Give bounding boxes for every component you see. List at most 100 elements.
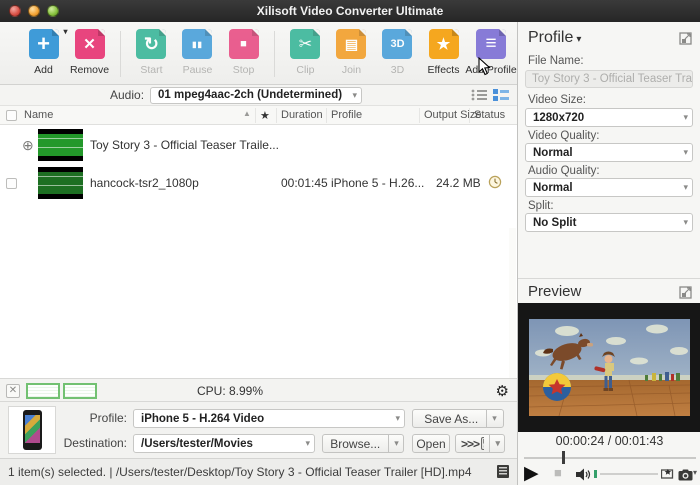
volume-icon[interactable]: [576, 468, 592, 485]
title-bar: Xilisoft Video Converter Ultimate: [0, 0, 700, 22]
table-row[interactable]: hancock-tsr2_1080p 00:01:45 iPhone 5 - H…: [0, 164, 510, 202]
clip-button[interactable]: ✂ Clip: [284, 29, 327, 76]
split-label: Split:: [528, 200, 554, 212]
close-window-button[interactable]: [9, 5, 21, 17]
chevron-down-icon: ▾: [305, 438, 310, 449]
file-list-header: Name ▲ ★ Duration Profile Output Size St…: [0, 106, 517, 125]
chevron-down-icon: ▾: [683, 147, 688, 158]
pause-button[interactable]: ▮▮ Pause: [176, 29, 219, 76]
add-icon: + ▾: [29, 29, 59, 59]
cpu-usage-text: CPU: 8.99%: [0, 384, 460, 398]
add-dropdown-caret-icon: ▾: [63, 27, 67, 36]
column-header-duration[interactable]: Duration: [281, 109, 323, 121]
chevron-down-icon: ▾: [683, 112, 688, 123]
destination-select[interactable]: /Users/tester/Movies ▾: [133, 434, 315, 453]
save-as-dropdown-icon[interactable]: ▾: [486, 410, 502, 427]
camera-snapshot-icon[interactable]: [678, 468, 693, 485]
file-duration: 00:01:45: [281, 176, 328, 190]
stop-button[interactable]: ■: [554, 465, 562, 480]
preview-screen: [518, 303, 700, 432]
playback-controls: ▶ ■ ▾: [518, 465, 700, 485]
start-button[interactable]: ↻ Start: [130, 29, 173, 76]
output-profile-select[interactable]: iPhone 5 - H.264 Video ▾: [133, 409, 405, 428]
toolbar: + ▾ Add ✕ Remove ↻ Start ▮▮ Pause ■ Stop: [0, 22, 517, 85]
select-all-checkbox[interactable]: [6, 110, 17, 121]
open-button[interactable]: Open: [412, 434, 450, 453]
cpu-bar: ✕ CPU: 8.99% ⚙: [0, 378, 517, 402]
file-output-size: 24.2 MB: [436, 176, 481, 190]
snapshot-manager-icon[interactable]: [661, 468, 676, 485]
transfer-dropdown-icon[interactable]: ▾: [489, 435, 504, 452]
mouse-cursor: [478, 57, 491, 81]
3d-label: 3D: [391, 64, 404, 76]
seek-track[interactable]: [524, 457, 696, 459]
audio-track-select[interactable]: 01 mpeg4aac-2ch (Undetermined) ▾: [150, 87, 362, 104]
stop-icon: ■: [229, 29, 259, 59]
volume-slider[interactable]: [600, 473, 658, 475]
seek-handle[interactable]: [562, 451, 565, 464]
transfer-to-device-button[interactable]: >>> ▾: [455, 434, 505, 453]
browse-button[interactable]: Browse... ▾: [322, 434, 404, 453]
section-divider: [518, 278, 700, 279]
chevron-down-icon: ▾: [683, 217, 688, 228]
file-list: ⊕ Toy Story 3 - Official Teaser Traile..…: [0, 125, 517, 378]
video-size-select[interactable]: 1280x720▾: [525, 108, 693, 127]
split-select[interactable]: No Split▾: [525, 213, 693, 232]
save-as-button[interactable]: Save As... ▾: [412, 409, 504, 428]
video-quality-select[interactable]: Normal▾: [525, 143, 693, 162]
remove-label: Remove: [70, 64, 109, 76]
video-thumbnail: [38, 129, 83, 161]
clip-icon: ✂: [290, 29, 320, 59]
file-name-field: Toy Story 3 - Official Teaser Traile: [525, 70, 693, 88]
effects-label: Effects: [428, 64, 460, 76]
output-panel: Profile: iPhone 5 - H.264 Video ▾ Save A…: [0, 402, 517, 458]
zoom-window-button[interactable]: [47, 5, 59, 17]
sort-asc-icon[interactable]: ▲: [243, 109, 251, 118]
toolbar-separator: [274, 31, 275, 77]
volume-level-mark: [594, 470, 597, 478]
add-profile-button[interactable]: ≡ Add Profile: [468, 29, 514, 76]
snapshot-dropdown-icon[interactable]: ▾: [693, 468, 697, 477]
expand-profile-panel-icon[interactable]: [679, 32, 692, 50]
log-list-icon[interactable]: [495, 464, 511, 484]
column-header-name[interactable]: Name: [24, 109, 53, 121]
table-row[interactable]: ⊕ Toy Story 3 - Official Teaser Traile..…: [0, 126, 510, 164]
expand-row-icon[interactable]: ⊕: [22, 137, 34, 154]
status-waiting-clock-icon: [488, 175, 502, 194]
start-label: Start: [140, 64, 162, 76]
chevron-down-icon: ▾: [352, 90, 357, 101]
gear-icon[interactable]: ⚙: [496, 382, 509, 400]
column-header-profile[interactable]: Profile: [331, 109, 362, 121]
effects-button[interactable]: ★ Effects: [422, 29, 465, 76]
seek-slider[interactable]: [524, 454, 696, 462]
effects-icon: ★: [429, 29, 459, 59]
status-text: 1 item(s) selected. | /Users/tester/Desk…: [8, 465, 488, 479]
3d-button[interactable]: 3D 3D: [376, 29, 419, 76]
audio-label: Audio:: [110, 88, 144, 102]
list-view-icon[interactable]: [471, 89, 487, 101]
profile-section-title[interactable]: Profile▾: [528, 29, 581, 47]
stop-button[interactable]: ■ Stop: [222, 29, 265, 76]
add-button[interactable]: + ▾ Add: [22, 29, 65, 76]
browse-dropdown-icon[interactable]: ▾: [388, 435, 404, 452]
remove-button[interactable]: ✕ Remove: [68, 29, 111, 76]
thumbnail-view-icon[interactable]: [493, 89, 509, 101]
join-button[interactable]: ▤ Join: [330, 29, 373, 76]
profile-label: Profile:: [61, 411, 127, 425]
stop-label: Stop: [233, 64, 255, 76]
audio-quality-label: Audio Quality:: [528, 165, 600, 177]
window-title: Xilisoft Video Converter Ultimate: [0, 4, 700, 18]
minimize-window-button[interactable]: [28, 5, 40, 17]
status-bar: 1 item(s) selected. | /Users/tester/Desk…: [0, 458, 517, 485]
play-button[interactable]: ▶: [524, 462, 539, 485]
file-name-label: File Name:: [528, 55, 584, 67]
audio-quality-select[interactable]: Normal▾: [525, 178, 693, 197]
column-header-output-size[interactable]: Output Size: [424, 109, 481, 121]
pause-icon: ▮▮: [182, 29, 212, 59]
expand-preview-panel-icon[interactable]: [679, 286, 692, 304]
destination-label: Destination:: [61, 436, 127, 450]
column-header-status[interactable]: Status: [474, 109, 505, 121]
row-checkbox[interactable]: [6, 178, 17, 189]
device-icon: [481, 437, 484, 450]
favorite-column-icon[interactable]: ★: [260, 109, 270, 122]
